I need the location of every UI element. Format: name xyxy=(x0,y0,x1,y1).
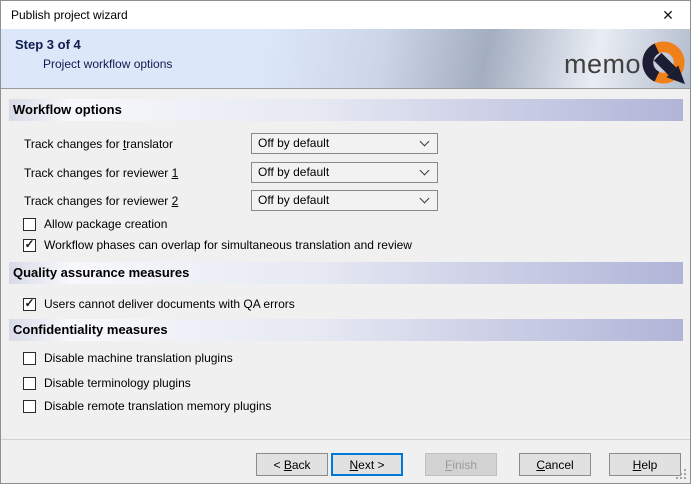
section-header-confidentiality: Confidentiality measures xyxy=(9,319,683,341)
track-changes-reviewer2-select[interactable]: Off by default xyxy=(251,190,438,211)
checkbox-label: Disable remote translation memory plugin… xyxy=(44,399,271,413)
checkbox-label: Disable machine translation plugins xyxy=(44,351,233,365)
track-changes-translator-select[interactable]: Off by default xyxy=(251,133,438,154)
resize-grip[interactable] xyxy=(676,469,687,480)
step-indicator: Step 3 of 4 xyxy=(15,37,81,52)
checkbox-label: Users cannot deliver documents with QA e… xyxy=(44,297,295,311)
finish-button: Finish xyxy=(425,453,497,476)
memoq-logo-q-icon xyxy=(641,40,688,87)
selected-value: Off by default xyxy=(258,191,329,210)
wizard-header: Step 3 of 4 Project workflow options mem… xyxy=(1,29,690,89)
track-changes-reviewer1-label: Track changes for reviewer 1 xyxy=(24,166,178,180)
memoq-logo-text: memo xyxy=(564,49,641,80)
next-button[interactable]: Next > xyxy=(331,453,403,476)
back-button[interactable]: < Back xyxy=(256,453,328,476)
button-strip-divider xyxy=(1,439,690,440)
checkmark-icon: ✓ xyxy=(24,239,34,250)
disable-remote-tm-plugins-checkbox[interactable] xyxy=(23,400,36,413)
track-changes-reviewer1-select[interactable]: Off by default xyxy=(251,162,438,183)
section-header-quality-assurance: Quality assurance measures xyxy=(9,262,683,284)
workflow-phases-overlap-checkbox[interactable]: ✓ xyxy=(23,239,36,252)
publish-project-wizard-dialog: Publish project wizard ✕ Step 3 of 4 Pro… xyxy=(0,0,691,484)
allow-package-creation-checkbox[interactable] xyxy=(23,218,36,231)
disable-mt-plugins-checkbox[interactable] xyxy=(23,352,36,365)
chevron-down-icon xyxy=(420,137,430,147)
cancel-button[interactable]: Cancel xyxy=(519,453,591,476)
disable-terminology-plugins-row: Disable terminology plugins xyxy=(23,376,191,390)
disable-terminology-plugins-checkbox[interactable] xyxy=(23,377,36,390)
checkmark-icon: ✓ xyxy=(24,298,34,309)
section-header-workflow-options: Workflow options xyxy=(9,99,683,121)
allow-package-creation-row: Allow package creation xyxy=(23,217,167,231)
disable-remote-tm-plugins-row: Disable remote translation memory plugin… xyxy=(23,399,271,413)
selected-value: Off by default xyxy=(258,134,329,153)
qa-errors-row: ✓ Users cannot deliver documents with QA… xyxy=(23,297,295,311)
page-title: Project workflow options xyxy=(43,57,172,71)
track-changes-translator-label: Track changes for translator xyxy=(24,137,173,151)
close-icon[interactable]: ✕ xyxy=(646,1,690,29)
title-bar: Publish project wizard ✕ xyxy=(1,1,690,29)
disable-mt-plugins-row: Disable machine translation plugins xyxy=(23,351,233,365)
checkbox-label: Disable terminology plugins xyxy=(44,376,191,390)
checkbox-label: Workflow phases can overlap for simultan… xyxy=(44,238,412,252)
track-changes-reviewer2-label: Track changes for reviewer 2 xyxy=(24,194,178,208)
chevron-down-icon xyxy=(420,194,430,204)
workflow-phases-overlap-row: ✓ Workflow phases can overlap for simult… xyxy=(23,238,412,252)
chevron-down-icon xyxy=(420,166,430,176)
checkbox-label: Allow package creation xyxy=(44,217,167,231)
selected-value: Off by default xyxy=(258,163,329,182)
window-title: Publish project wizard xyxy=(11,1,128,29)
help-button[interactable]: Help xyxy=(609,453,681,476)
qa-errors-checkbox[interactable]: ✓ xyxy=(23,298,36,311)
